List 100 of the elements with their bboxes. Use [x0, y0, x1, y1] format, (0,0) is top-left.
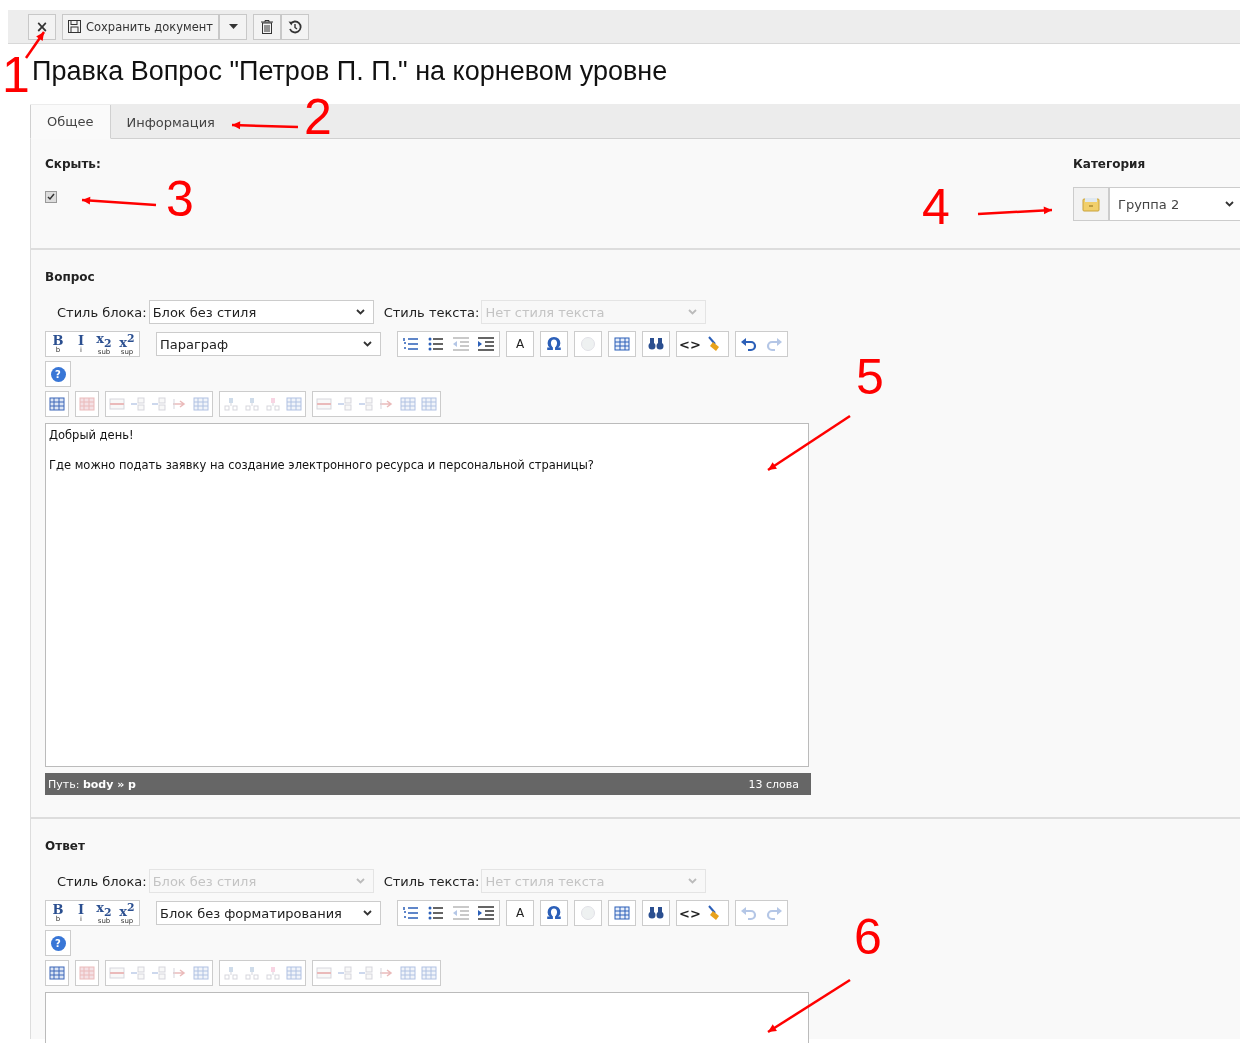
category-select[interactable]: Группа 2: [1109, 187, 1240, 221]
table-icon[interactable]: [49, 966, 65, 980]
word-count: 13 слова: [748, 777, 799, 791]
redo-icon: [765, 905, 783, 921]
field-label: Категория: [1073, 157, 1147, 171]
table-tool-icon[interactable]: [316, 966, 332, 980]
table-tool-icon[interactable]: [109, 397, 125, 411]
undo-icon: [740, 336, 758, 352]
table-tool-icon[interactable]: [400, 397, 416, 411]
dropdown-caret-icon: [688, 309, 698, 315]
outdent-icon: [452, 336, 470, 352]
page-title: Правка Вопрос "Петров П. П." на корневом уровне: [32, 56, 668, 86]
dropdown-caret-icon: [355, 878, 365, 884]
table-tool-icon[interactable]: [265, 397, 281, 411]
save-button[interactable]: Сохранить документ: [62, 13, 220, 40]
text-editor[interactable]: Добрый день! Где можно подать заявку на создание электронного ресурса и персональной страницы?: [45, 423, 809, 767]
indent-icon: [477, 905, 495, 921]
table-tool-icon[interactable]: [79, 966, 95, 980]
block-style-select[interactable]: Блок без стиля: [148, 300, 374, 324]
save-options-button[interactable]: [219, 13, 248, 40]
table-tool-icon[interactable]: [316, 397, 332, 411]
dropdown-caret-icon: [363, 341, 372, 347]
close-button[interactable]: ×: [28, 13, 56, 40]
table-tool-icon[interactable]: [286, 966, 302, 980]
table-tool-icon[interactable]: [151, 966, 167, 980]
table-tool-icon[interactable]: [193, 397, 209, 411]
element-path: Путь: body » p: [48, 777, 136, 791]
table-tool-icon[interactable]: [421, 397, 437, 411]
table-tool-icon[interactable]: [172, 966, 188, 980]
table-icon[interactable]: [49, 397, 65, 411]
table-tool-icon[interactable]: [379, 397, 395, 411]
table-tool-icon[interactable]: [172, 397, 188, 411]
annotation-arrow: [231, 121, 299, 130]
folder-icon: [1082, 196, 1100, 212]
tab[interactable]: Информация: [110, 105, 231, 139]
save-icon: [68, 20, 81, 33]
table-tool-icon[interactable]: [337, 966, 353, 980]
media-icon: [579, 336, 597, 352]
field-label: Скрыть:: [45, 157, 101, 171]
text-color-button[interactable]: A: [508, 333, 532, 355]
field-label: Стиль текста:: [383, 873, 480, 889]
table-tool-icon[interactable]: [244, 397, 260, 411]
format-select[interactable]: Параграф: [156, 332, 381, 356]
category-picker-button[interactable]: [1073, 187, 1109, 221]
dropdown-caret-icon: [688, 878, 698, 884]
editor-paragraph: Где можно подать заявку на создание электронного ресурса и персональной страницы?: [49, 458, 595, 472]
field-label: Стиль текста:: [383, 304, 480, 320]
text-color-button[interactable]: A: [508, 902, 532, 924]
table-tool-icon[interactable]: [358, 966, 374, 980]
binoculars-icon: [647, 905, 665, 921]
field-label: Стиль блока:: [57, 304, 147, 320]
hide-checkbox[interactable]: [45, 191, 57, 203]
table-tool-icon[interactable]: [379, 966, 395, 980]
media-icon: [579, 905, 597, 921]
source-code-button[interactable]: <>: [678, 902, 702, 924]
section-label: Ответ: [45, 839, 86, 853]
dropdown-caret-icon: [363, 910, 372, 916]
history-icon: [288, 19, 303, 34]
binoculars-icon: [647, 336, 665, 352]
table-tool-icon[interactable]: [79, 397, 95, 411]
table-tool-icon[interactable]: [358, 397, 374, 411]
delete-button[interactable]: [253, 13, 282, 40]
annotation-number: 6: [854, 912, 882, 962]
editor-paragraph: Добрый день!: [49, 428, 135, 442]
table-tool-icon[interactable]: [337, 397, 353, 411]
annotation-number: 3: [166, 174, 194, 224]
table-tool-icon[interactable]: [223, 966, 239, 980]
table-tool-icon[interactable]: [265, 966, 281, 980]
dropdown-caret-icon: [1225, 201, 1234, 207]
table-tool-icon[interactable]: [286, 397, 302, 411]
table-tool-icon[interactable]: [421, 966, 437, 980]
table-tool-icon[interactable]: [109, 966, 125, 980]
restore-button[interactable]: [281, 13, 310, 40]
table-tool-icon[interactable]: [130, 966, 146, 980]
source-code-button[interactable]: <>: [678, 333, 702, 355]
numbered-list-icon: [402, 336, 420, 352]
numbered-list-icon: [402, 905, 420, 921]
bullet-list-icon: [427, 336, 445, 352]
dropdown-caret-icon: [355, 309, 365, 315]
redo-icon: [765, 336, 783, 352]
section-label: Вопрос: [45, 270, 96, 284]
field-label: Стиль блока:: [57, 873, 147, 889]
annotation-number: 2: [304, 92, 332, 142]
special-character-button[interactable]: Ω: [542, 333, 566, 355]
undo-icon: [740, 905, 758, 921]
table-tool-icon[interactable]: [151, 397, 167, 411]
indent-icon: [477, 336, 495, 352]
annotation-number: 4: [922, 182, 950, 232]
annotation-number: 1: [2, 50, 30, 100]
format-select[interactable]: Блок без форматирования: [156, 901, 381, 925]
table-icon: [613, 905, 631, 921]
tab[interactable]: Общее: [30, 105, 111, 139]
special-character-button[interactable]: Ω: [542, 902, 566, 924]
outdent-icon: [452, 905, 470, 921]
table-tool-icon[interactable]: [223, 397, 239, 411]
table-tool-icon[interactable]: [400, 966, 416, 980]
table-icon: [613, 336, 631, 352]
table-tool-icon[interactable]: [193, 966, 209, 980]
table-tool-icon[interactable]: [130, 397, 146, 411]
table-tool-icon[interactable]: [244, 966, 260, 980]
